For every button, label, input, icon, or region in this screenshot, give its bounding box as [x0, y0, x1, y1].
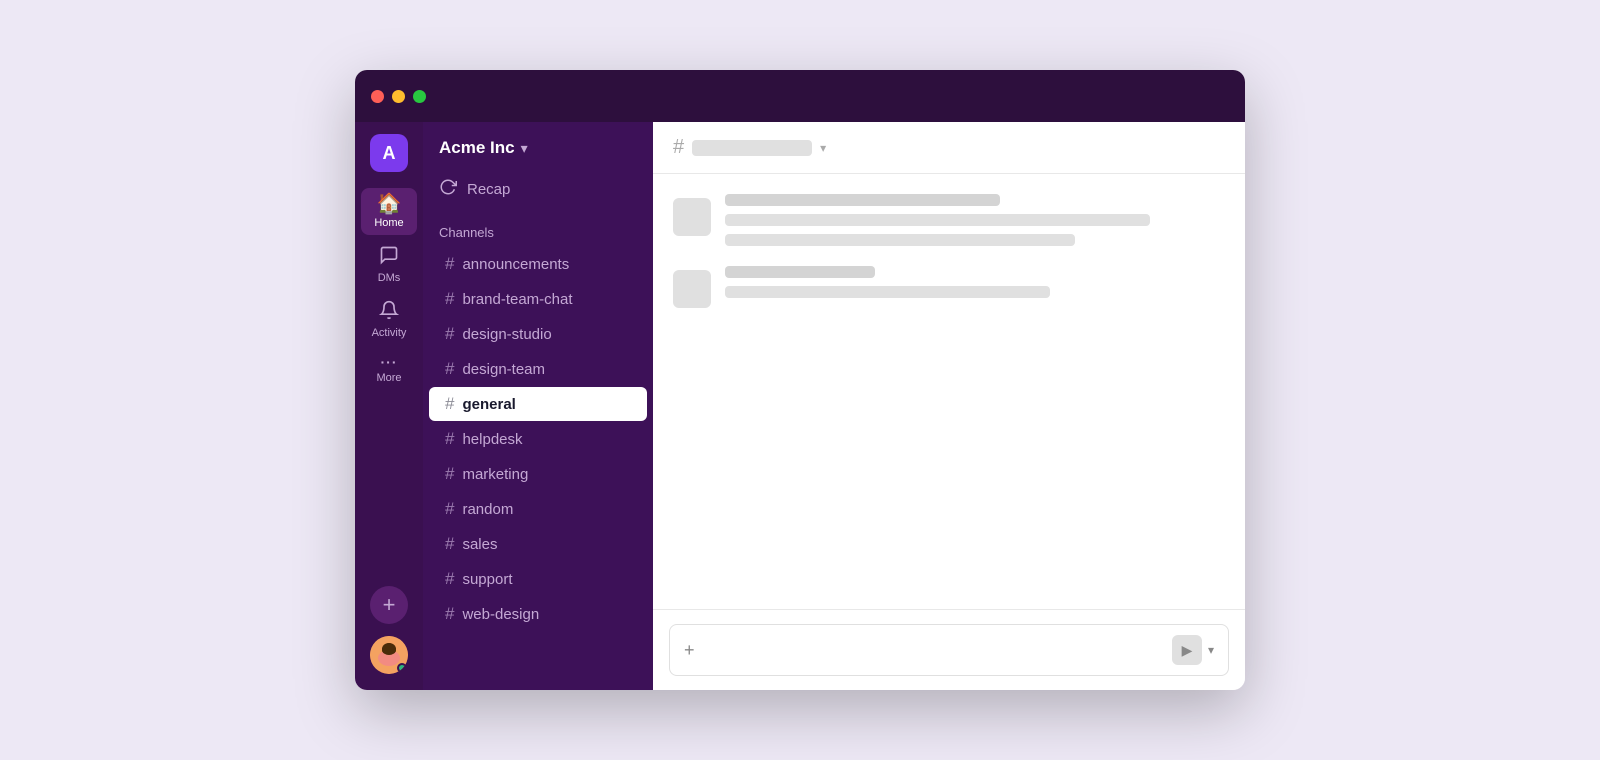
activity-icon [379, 300, 399, 324]
message-avatar-1 [673, 198, 711, 236]
dms-icon [379, 245, 399, 269]
channel-item-brand-team-chat[interactable]: # brand-team-chat [429, 282, 647, 316]
send-options-chevron-icon[interactable]: ▾ [1208, 643, 1214, 657]
input-actions: ▶ ▾ [1172, 635, 1214, 665]
workspace-avatar[interactable]: A [370, 134, 408, 172]
channel-name: sales [462, 536, 497, 553]
channel-name: random [462, 501, 513, 518]
channel-name: design-studio [462, 326, 551, 343]
skeleton-line [725, 266, 875, 278]
hash-icon: # [445, 604, 454, 624]
channel-name: brand-team-chat [462, 291, 572, 308]
hash-icon: # [445, 254, 454, 274]
channel-name: announcements [462, 256, 569, 273]
channel-name: web-design [462, 606, 539, 623]
workspace-chevron-icon: ▾ [521, 140, 528, 157]
close-button[interactable] [371, 90, 384, 103]
main-content: A 🏠 Home DMs [355, 122, 1245, 690]
message-lines-1 [725, 194, 1225, 246]
home-icon: 🏠 [377, 194, 402, 214]
chat-input-area: + ▶ ▾ [653, 609, 1245, 690]
message-avatar-2 [673, 270, 711, 308]
skeleton-line [725, 234, 1075, 246]
hash-icon: # [445, 534, 454, 554]
recap-item[interactable]: Recap [423, 170, 653, 209]
nav-label-home: Home [374, 217, 403, 229]
skeleton-line [725, 214, 1150, 226]
workspace-name: Acme Inc [439, 138, 515, 158]
hash-icon: # [445, 359, 454, 379]
hash-icon: # [445, 499, 454, 519]
maximize-button[interactable] [413, 90, 426, 103]
nav-item-activity[interactable]: Activity [361, 294, 417, 345]
chat-messages [653, 174, 1245, 609]
channel-item-design-studio[interactable]: # design-studio [429, 317, 647, 351]
channel-sidebar: Acme Inc ▾ Recap Channels # announcement… [423, 122, 653, 690]
more-icon: ··· [381, 355, 398, 369]
channels-section-label: Channels [423, 217, 653, 246]
app-window: A 🏠 Home DMs [355, 70, 1245, 690]
chat-header-chevron-icon: ▾ [820, 141, 826, 155]
channel-item-helpdesk[interactable]: # helpdesk [429, 422, 647, 456]
channel-item-marketing[interactable]: # marketing [429, 457, 647, 491]
hash-icon: # [445, 429, 454, 449]
channel-item-web-design[interactable]: # web-design [429, 597, 647, 631]
user-avatar[interactable] [370, 636, 408, 674]
recap-icon [439, 178, 457, 201]
channel-name: helpdesk [462, 431, 522, 448]
channel-item-general[interactable]: # general [429, 387, 647, 421]
skeleton-line [725, 194, 1000, 206]
hash-icon: # [445, 289, 454, 309]
channel-item-sales[interactable]: # sales [429, 527, 647, 561]
send-icon: ▶ [1182, 642, 1193, 659]
minimize-button[interactable] [392, 90, 405, 103]
chat-input-box: + ▶ ▾ [669, 624, 1229, 676]
channel-item-announcements[interactable]: # announcements [429, 247, 647, 281]
chat-header-channel-name [692, 140, 812, 156]
workspace-header[interactable]: Acme Inc ▾ [423, 122, 653, 170]
channel-item-design-team[interactable]: # design-team [429, 352, 647, 386]
message-skeleton-1 [673, 194, 1225, 246]
nav-item-home[interactable]: 🏠 Home [361, 188, 417, 235]
send-button[interactable]: ▶ [1172, 635, 1202, 665]
channel-item-random[interactable]: # random [429, 492, 647, 526]
channel-name: marketing [462, 466, 528, 483]
chat-header: # ▾ [653, 122, 1245, 174]
nav-label-dms: DMs [378, 272, 401, 284]
chat-hash-icon: # [673, 136, 684, 159]
channel-name: design-team [462, 361, 545, 378]
traffic-lights [371, 90, 426, 103]
hash-icon: # [445, 394, 454, 414]
online-indicator [397, 663, 407, 673]
channels-list: Channels # announcements # brand-team-ch… [423, 209, 653, 690]
add-workspace-button[interactable]: + [370, 586, 408, 624]
nav-item-dms[interactable]: DMs [361, 239, 417, 290]
channel-name: general [462, 396, 515, 413]
hash-icon: # [445, 569, 454, 589]
recap-label: Recap [467, 181, 510, 198]
hash-icon: # [445, 464, 454, 484]
nav-label-activity: Activity [372, 327, 407, 339]
icon-sidebar: A 🏠 Home DMs [355, 122, 423, 690]
nav-item-more[interactable]: ··· More [361, 349, 417, 390]
nav-label-more: More [376, 372, 401, 384]
chat-area: # ▾ [653, 122, 1245, 690]
channel-name: support [462, 571, 512, 588]
channel-item-support[interactable]: # support [429, 562, 647, 596]
message-skeleton-2 [673, 266, 1225, 308]
message-lines-2 [725, 266, 1225, 298]
title-bar [355, 70, 1245, 122]
attach-button[interactable]: + [684, 640, 695, 661]
hash-icon: # [445, 324, 454, 344]
skeleton-line [725, 286, 1050, 298]
